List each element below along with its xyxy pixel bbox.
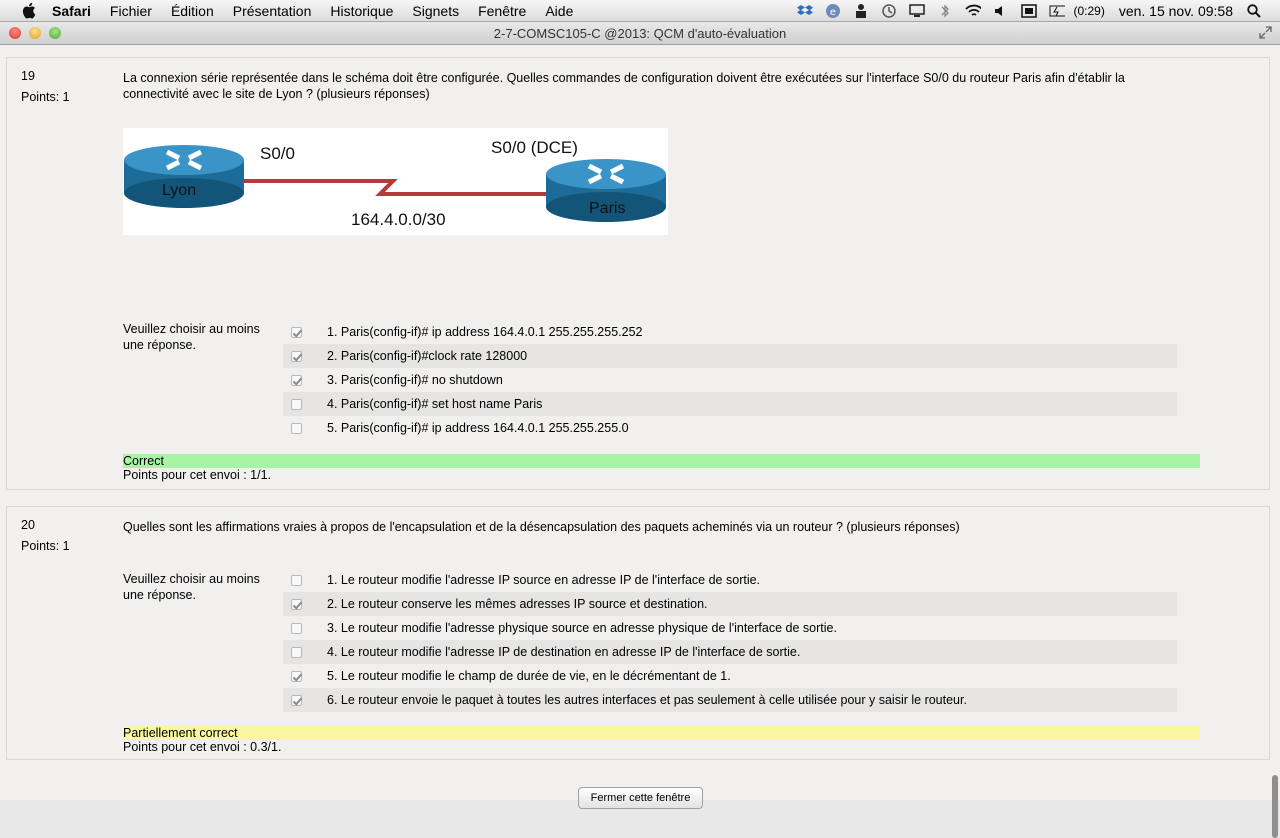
menu-fenetre[interactable]: Fenêtre (478, 3, 526, 19)
answer-checkbox[interactable] (291, 574, 302, 586)
menu-bar: Safari Fichier Édition Présentation Hist… (0, 0, 1280, 22)
answer-checkbox[interactable] (291, 398, 302, 410)
label-network: 164.4.0.0/30 (351, 210, 446, 229)
question-20: 20 Points: 1 Quelles sont les affirmatio… (6, 506, 1270, 760)
answer-label: 4. Le routeur modifie l'adresse IP de de… (327, 645, 801, 659)
answer-label: 5. Le routeur modifie le champ de durée … (327, 669, 731, 683)
vertical-scrollbar[interactable] (1270, 45, 1280, 838)
page-content: 19 Points: 1 La connexion série représen… (0, 45, 1270, 800)
answer-checkbox[interactable] (291, 646, 302, 658)
answer-option[interactable]: 6. Le routeur envoie le paquet à toutes … (283, 688, 1177, 712)
answer-label: 2. Paris(config-if)#clock rate 128000 (327, 349, 528, 363)
answer-label: 2. Le routeur conserve les mêmes adresse… (327, 597, 708, 611)
display-icon[interactable] (909, 3, 926, 19)
answer-label: 1. Le routeur modifie l'adresse IP sourc… (327, 573, 761, 587)
label-s0-dce: S0/0 (DCE) (491, 138, 578, 157)
question-number: 20 (21, 518, 35, 532)
question-info: 19 Points: 1 (21, 66, 70, 108)
window-title: 2-7-COMSC105-C @2013: QCM d'auto-évaluat… (493, 26, 787, 41)
label-s0: S0/0 (260, 144, 295, 163)
question-points: Points: 1 (21, 90, 70, 104)
clock[interactable]: ven. 15 nov. 09:58 (1119, 3, 1233, 19)
apple-menu-icon[interactable] (18, 1, 38, 21)
answer-checkbox[interactable] (291, 350, 302, 362)
feedback-partial: Partiellement correct (123, 726, 1200, 740)
sync-icon[interactable]: e (825, 3, 841, 19)
answer-label: 3. Paris(config-if)# no shutdown (327, 373, 503, 387)
battery-time: (0:29) (1073, 4, 1105, 18)
menu-presentation[interactable]: Présentation (233, 3, 312, 19)
answer-checkbox[interactable] (291, 326, 302, 338)
label-paris: Paris (589, 200, 625, 217)
dropbox-icon[interactable] (797, 3, 814, 19)
menu-signets[interactable]: Signets (412, 3, 459, 19)
answer-option[interactable]: 1. Paris(config-if)# ip address 164.4.0.… (283, 320, 1177, 344)
answer-checkbox[interactable] (291, 374, 302, 386)
question-19: 19 Points: 1 La connexion série représen… (6, 57, 1270, 490)
bluetooth-icon[interactable] (937, 3, 953, 19)
answer-checkbox[interactable] (291, 598, 302, 610)
battery-icon[interactable] (1049, 3, 1066, 19)
question-info: 20 Points: 1 (21, 515, 70, 557)
fullscreen-icon[interactable] (1259, 26, 1272, 39)
answer-label: 1. Paris(config-if)# ip address 164.4.0.… (327, 325, 643, 339)
answer-option[interactable]: 4. Paris(config-if)# set host name Paris (283, 392, 1177, 416)
answer-label: 3. Le routeur modifie l'adresse physique… (327, 621, 837, 635)
wifi-icon[interactable] (965, 3, 982, 19)
answer-checkbox[interactable] (291, 422, 302, 434)
answer-option[interactable]: 4. Le routeur modifie l'adresse IP de de… (283, 640, 1177, 664)
answer-label: 4. Paris(config-if)# set host name Paris (327, 397, 543, 411)
answer-checkbox[interactable] (291, 622, 302, 634)
svg-text:e: e (830, 7, 836, 18)
feedback-correct: Correct (123, 454, 1200, 468)
serial-link (235, 179, 550, 196)
answer-option[interactable]: 3. Paris(config-if)# no shutdown (283, 368, 1177, 392)
score-text: Points pour cet envoi : 0.3/1. (123, 740, 282, 754)
menu-aide[interactable]: Aide (545, 3, 573, 19)
answer-option[interactable]: 5. Paris(config-if)# ip address 164.4.0.… (283, 416, 1177, 440)
spotlight-search-icon[interactable] (1246, 3, 1262, 19)
score-text: Points pour cet envoi : 1/1. (123, 468, 272, 482)
scrollbar-thumb[interactable] (1272, 775, 1278, 838)
menu-safari[interactable]: Safari (52, 3, 91, 19)
answer-checkbox[interactable] (291, 670, 302, 682)
question-text: Quelles sont les affirmations vraies à p… (123, 520, 960, 534)
answer-option[interactable]: 1. Le routeur modifie l'adresse IP sourc… (283, 568, 1177, 592)
menu-historique[interactable]: Historique (330, 3, 393, 19)
answer-option[interactable]: 3. Le routeur modifie l'adresse physique… (283, 616, 1177, 640)
answer-option[interactable]: 2. Paris(config-if)#clock rate 128000 (283, 344, 1177, 368)
menu-edition[interactable]: Édition (171, 3, 214, 19)
network-diagram: Lyon Paris S0/0 S0/0 (DCE) 164.4.0.0/30 (123, 128, 668, 235)
answer-checkbox[interactable] (291, 694, 302, 706)
close-window-icon[interactable] (9, 27, 21, 39)
user-lock-icon[interactable] (853, 3, 869, 19)
time-machine-icon[interactable] (881, 3, 897, 19)
question-number: 19 (21, 69, 35, 83)
menu-fichier[interactable]: Fichier (110, 3, 152, 19)
answer-label: 6. Le routeur envoie le paquet à toutes … (327, 693, 967, 707)
zoom-window-icon[interactable] (49, 27, 61, 39)
answer-label: 5. Paris(config-if)# ip address 164.4.0.… (327, 421, 629, 435)
window-titlebar: 2-7-COMSC105-C @2013: QCM d'auto-évaluat… (0, 22, 1280, 45)
answer-option[interactable]: 5. Le routeur modifie le champ de durée … (283, 664, 1177, 688)
answer-prompt: Veuillez choisir au moins une réponse. (123, 572, 260, 602)
answer-prompt: Veuillez choisir au moins une réponse. (123, 322, 260, 352)
close-window-button[interactable]: Fermer cette fenêtre (578, 787, 703, 809)
minimize-window-icon[interactable] (29, 27, 41, 39)
label-lyon: Lyon (162, 182, 196, 199)
answer-option[interactable]: 2. Le routeur conserve les mêmes adresse… (283, 592, 1177, 616)
volume-icon[interactable] (993, 3, 1009, 19)
question-points: Points: 1 (21, 539, 70, 553)
calendar-icon[interactable] (1021, 3, 1038, 19)
question-text: La connexion série représentée dans le s… (123, 71, 1125, 101)
